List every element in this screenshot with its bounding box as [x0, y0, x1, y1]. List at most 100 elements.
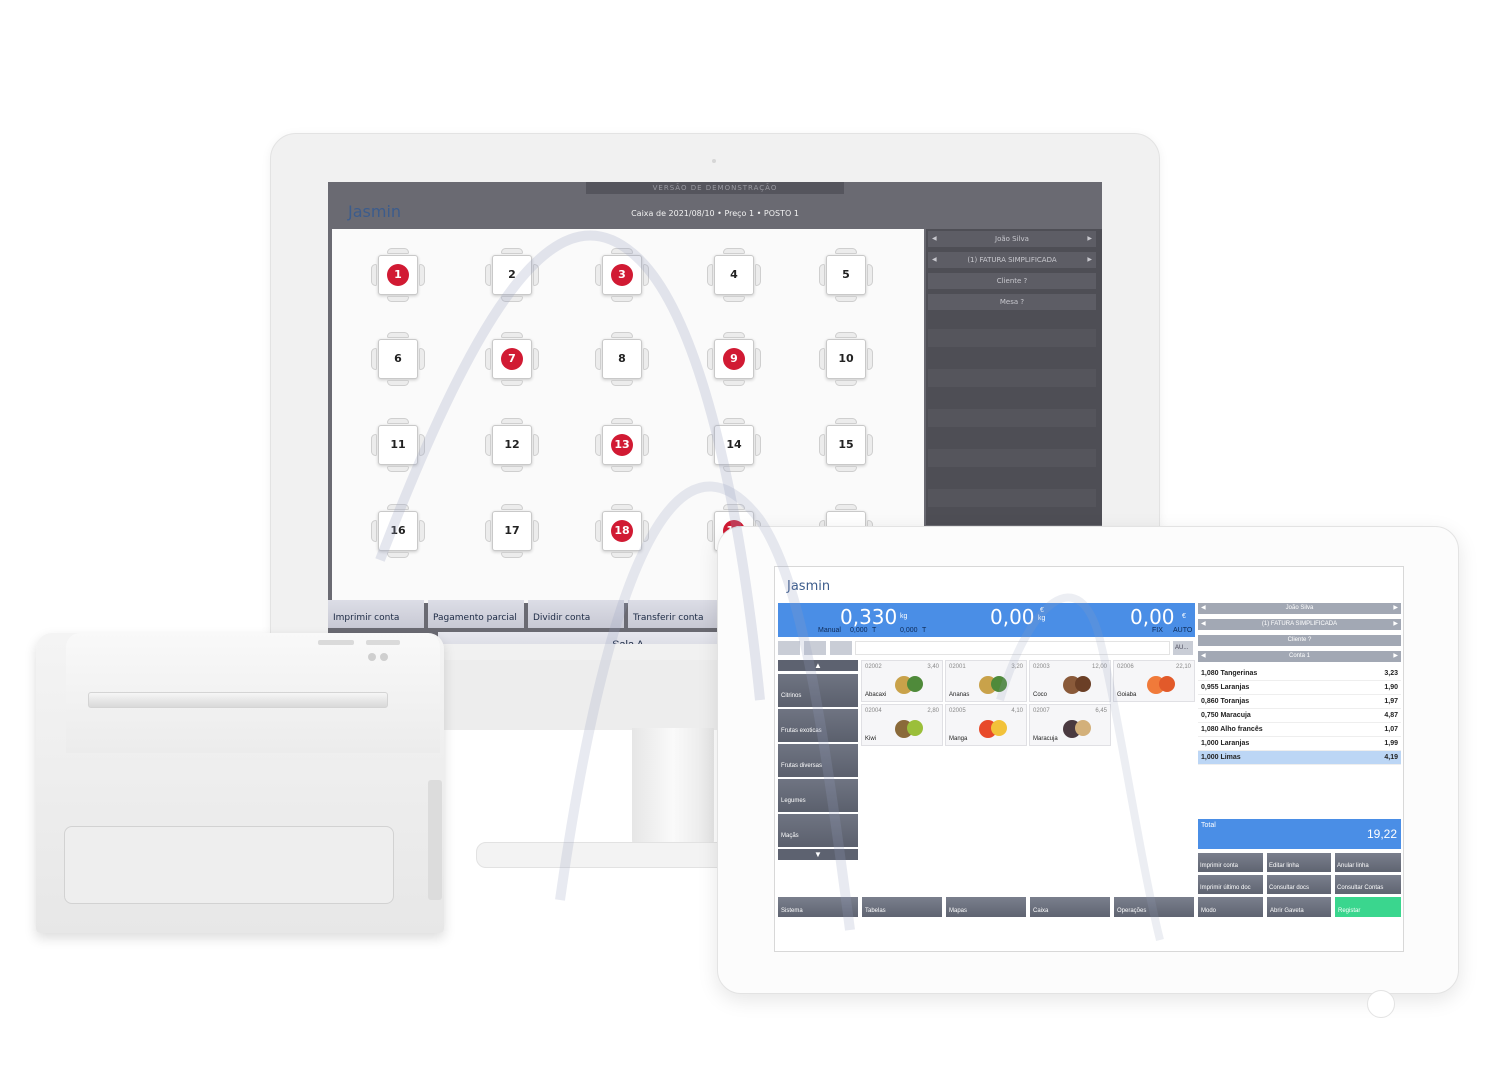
ticket-line[interactable]: 1,080 Alho francês 1,07 — [1198, 723, 1401, 737]
print-bill-button[interactable]: Imprimir conta — [1198, 853, 1263, 872]
open-drawer-button[interactable]: Abrir Gaveta — [1267, 897, 1331, 917]
product-name: Kiwi — [865, 736, 877, 742]
product-code: 02002 — [865, 664, 882, 670]
dining-table[interactable]: 8 — [595, 332, 649, 386]
chair-icon — [371, 348, 377, 370]
dining-table[interactable]: 14 — [707, 418, 761, 472]
dining-table[interactable]: 17 — [485, 504, 539, 558]
dining-table[interactable]: 16 — [371, 504, 425, 558]
pineapple-icon — [976, 669, 1010, 695]
table-number: 4 — [730, 268, 738, 281]
scroll-up-button[interactable]: ▲ — [778, 660, 858, 671]
tool-button[interactable] — [830, 641, 852, 655]
chair-icon — [819, 348, 825, 370]
tool-button[interactable] — [804, 641, 826, 655]
status-led-icon — [380, 653, 388, 661]
dining-table[interactable]: 13 — [595, 418, 649, 472]
account-name: Conta 1 — [1288, 653, 1310, 659]
edit-line-button[interactable]: Editar linha — [1267, 853, 1331, 872]
category-legumes[interactable]: Legumes — [778, 779, 858, 812]
ticket-line[interactable]: 1,000 Laranjas 1,99 — [1198, 737, 1401, 751]
operator-selector[interactable]: ◀ João Silva ▶ — [928, 231, 1096, 247]
account-selector[interactable]: ◀ Conta 1 ▶ — [1198, 651, 1401, 662]
register-button[interactable]: Registar — [1335, 897, 1401, 917]
product-tile[interactable]: 02005 4,10 Manga — [945, 704, 1027, 746]
guava-icon — [1144, 669, 1178, 695]
weight-value: 0,330 — [840, 605, 898, 629]
product-tile[interactable]: 02003 12,00 Coco — [1029, 660, 1111, 702]
product-tile[interactable]: 02006 22,10 Goiaba — [1113, 660, 1195, 702]
dining-table[interactable]: 15 — [819, 418, 873, 472]
cancel-line-button[interactable]: Anular linha — [1335, 853, 1401, 872]
operations-button[interactable]: Operações — [1114, 897, 1194, 917]
printer-side-grip — [428, 780, 442, 900]
chair-icon — [611, 332, 633, 338]
dining-table[interactable]: 3 — [595, 248, 649, 302]
chair-icon — [643, 434, 649, 456]
split-bill-button[interactable]: Dividir conta — [528, 600, 624, 628]
client-button[interactable]: Cliente ? — [1198, 635, 1401, 646]
consult-docs-button[interactable]: Consultar docs — [1267, 875, 1331, 894]
print-bill-button[interactable]: Imprimir conta — [328, 600, 424, 628]
chair-icon — [723, 380, 745, 386]
ticket-line[interactable]: 0,955 Laranjas 1,90 — [1198, 681, 1401, 695]
dining-table[interactable]: 10 — [819, 332, 873, 386]
tool-button[interactable] — [778, 641, 800, 655]
scroll-down-button[interactable]: ▼ — [778, 849, 858, 860]
dining-table[interactable]: 4 — [707, 248, 761, 302]
partial-payment-button[interactable]: Pagamento parcial — [428, 600, 524, 628]
product-tile[interactable]: 02002 3,40 Abacaxi — [861, 660, 943, 702]
client-button[interactable]: Cliente ? — [928, 273, 1096, 289]
dining-table[interactable]: 1 — [371, 248, 425, 302]
chair-icon — [533, 348, 539, 370]
auto-button[interactable]: AU... — [1173, 641, 1193, 655]
transfer-bill-button[interactable]: Transferir conta — [628, 600, 724, 628]
printer-front-panel — [64, 826, 394, 904]
mode-button[interactable]: Modo — [1198, 897, 1263, 917]
dining-table[interactable]: 7 — [485, 332, 539, 386]
dining-table[interactable]: 11 — [371, 418, 425, 472]
consult-accounts-button[interactable]: Consultar Contas — [1335, 875, 1401, 894]
product-code: 02003 — [1033, 664, 1050, 670]
maps-button[interactable]: Mapas — [946, 897, 1026, 917]
home-button-icon — [1367, 990, 1395, 1018]
document-type-selector[interactable]: ◀ (1) FATURA SIMPLIFICADA ▶ — [928, 252, 1096, 268]
category-frutas-diversas[interactable]: Frutas diversas — [778, 744, 858, 777]
dining-table[interactable]: 9 — [707, 332, 761, 386]
dining-table[interactable]: 5 — [819, 248, 873, 302]
mango-icon — [976, 713, 1010, 739]
category-frutas-exoticas[interactable]: Frutas exoticas — [778, 709, 858, 742]
print-last-doc-button[interactable]: Imprimir último doc — [1198, 875, 1263, 894]
operator-selector[interactable]: ◀ João Silva ▶ — [1198, 603, 1401, 614]
line-value: 1,07 — [1384, 726, 1398, 733]
order-line — [928, 409, 1096, 427]
ticket-line[interactable]: 1,080 Tangerinas 3,23 — [1198, 667, 1401, 681]
category-citrinos[interactable]: Citrinos — [778, 674, 858, 707]
tare2-value: 0,000 — [900, 627, 918, 634]
chair-icon — [755, 264, 761, 286]
chair-icon — [835, 418, 857, 424]
ticket-line[interactable]: 1,000 Limas 4,19 — [1198, 751, 1401, 765]
product-search-input[interactable] — [855, 641, 1170, 655]
category-macas[interactable]: Maçãs — [778, 814, 858, 847]
system-button[interactable]: Sistema — [778, 897, 858, 917]
pineapple-icon — [892, 669, 926, 695]
dining-table[interactable]: 12 — [485, 418, 539, 472]
product-tile[interactable]: 02001 3,20 Ananas — [945, 660, 1027, 702]
product-name: Goiaba — [1117, 692, 1137, 698]
dining-table[interactable]: 2 — [485, 248, 539, 302]
document-type-selector[interactable]: ◀ (1) FATURA SIMPLIFICADA ▶ — [1198, 619, 1401, 630]
chair-icon — [419, 434, 425, 456]
dining-table[interactable]: 6 — [371, 332, 425, 386]
dining-table[interactable]: 18 — [595, 504, 649, 558]
chair-icon — [707, 264, 713, 286]
cash-button[interactable]: Caixa — [1030, 897, 1110, 917]
tables-button[interactable]: Tabelas — [862, 897, 942, 917]
table-number: 1 — [387, 264, 409, 286]
chevron-up-icon: ▲ — [814, 661, 822, 670]
product-tile[interactable]: 02004 2,80 Kiwi — [861, 704, 943, 746]
table-button[interactable]: Mesa ? — [928, 294, 1096, 310]
ticket-line[interactable]: 0,750 Maracuja 4,87 — [1198, 709, 1401, 723]
product-tile[interactable]: 02007 6,45 Maracuja — [1029, 704, 1111, 746]
ticket-line[interactable]: 0,860 Toranjas 1,97 — [1198, 695, 1401, 709]
